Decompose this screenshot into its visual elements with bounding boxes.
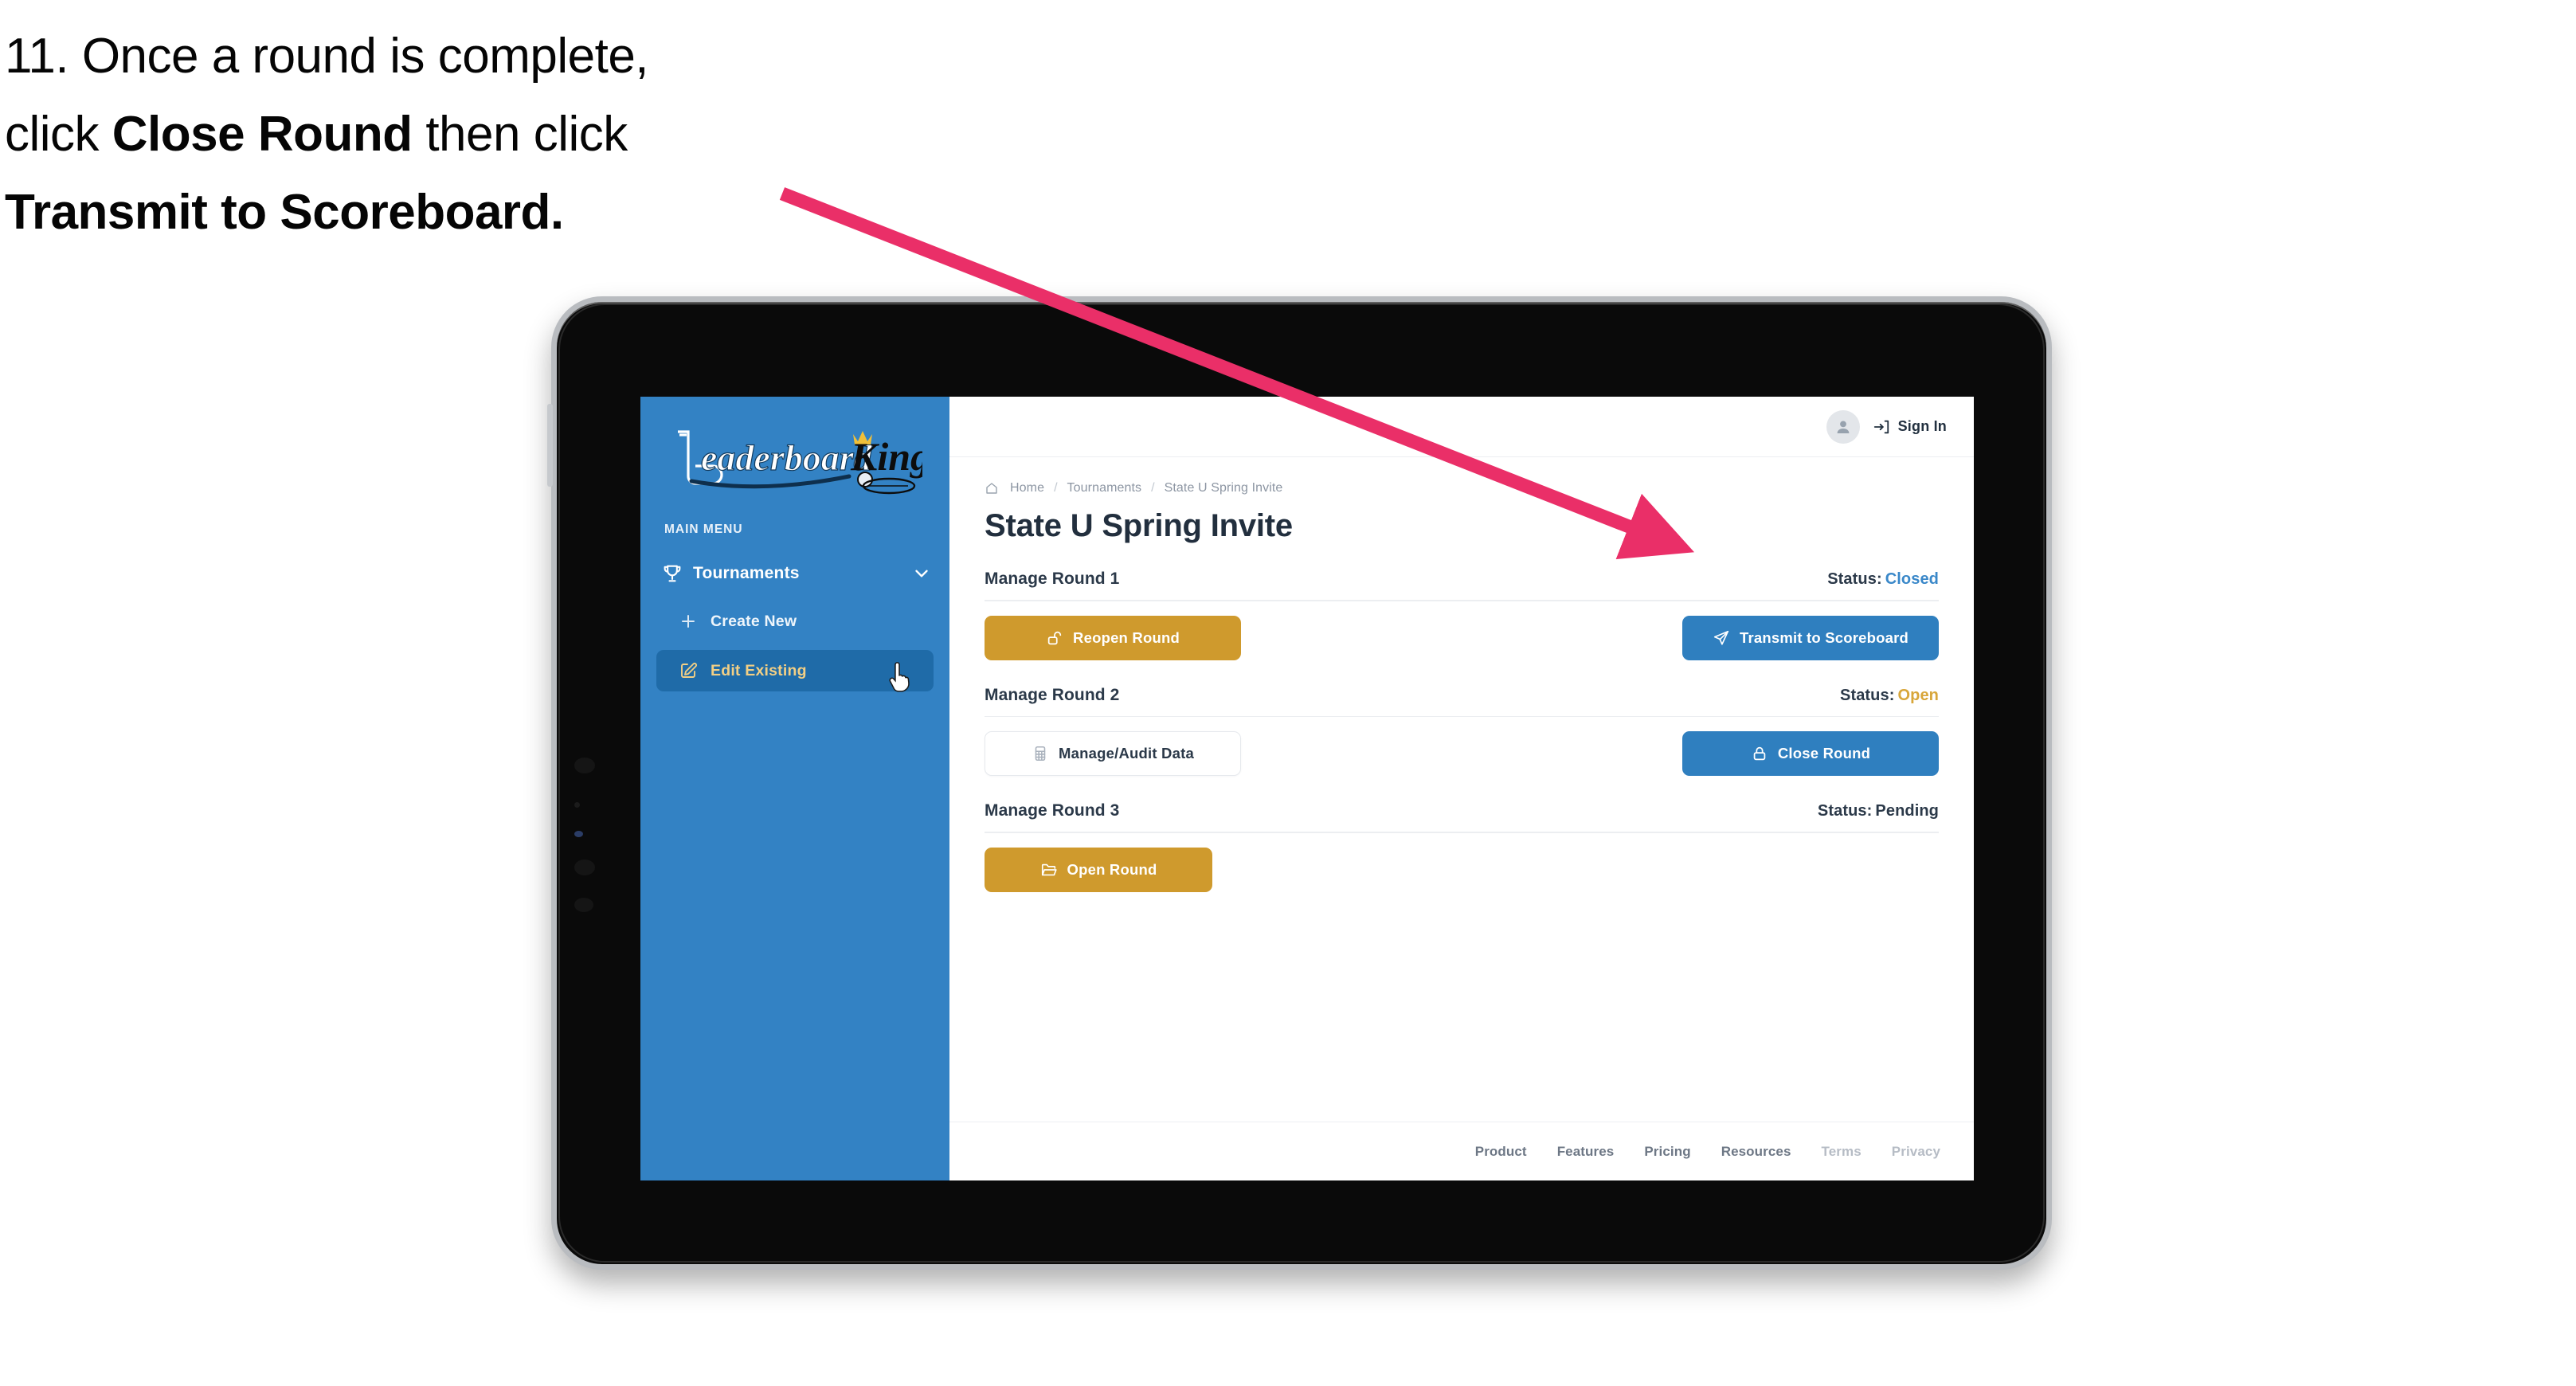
breadcrumb-item-tournaments[interactable]: Tournaments (1067, 481, 1142, 495)
footer-link-product[interactable]: Product (1475, 1144, 1527, 1160)
leaderboard-king-logo-icon: eaderboard King (678, 430, 922, 495)
sidebar-section-label: MAIN MENU (664, 523, 743, 536)
status-label: Status: (1840, 686, 1895, 704)
top-bar: Sign In (949, 397, 1974, 457)
sidebar-group-tournaments[interactable]: Tournaments (661, 554, 932, 593)
tertiary-sensor-icon (574, 898, 593, 912)
button-label: Transmit to Scoreboard (1739, 628, 1909, 646)
button-label: Close Round (1777, 745, 1871, 762)
sidebar: eaderboard King MAIN MENU (640, 397, 949, 1180)
tablet-screen: eaderboard King MAIN MENU (640, 397, 1974, 1180)
main-panel: Sign In Home / Tournaments / State U Spr… (949, 397, 1974, 1180)
caption-line-3-bold: Transmit to Scoreboard. (5, 184, 564, 240)
svg-text:King: King (850, 434, 922, 479)
sign-in-label: Sign In (1897, 418, 1947, 434)
sign-in-button[interactable]: Sign In (1873, 418, 1947, 436)
divider (985, 600, 1939, 601)
breadcrumb-item-home[interactable]: Home (1010, 481, 1044, 495)
round-title: Manage Round 1 (985, 570, 1120, 588)
folder-open-icon (1041, 863, 1057, 875)
divider (985, 715, 1939, 717)
divider (985, 832, 1939, 833)
chevron-down-icon[interactable] (911, 563, 932, 584)
trophy-icon (664, 565, 681, 582)
instruction-caption: 11. Once a round is complete, click Clos… (5, 18, 865, 252)
home-icon[interactable] (985, 481, 999, 495)
secondary-camera-icon (574, 859, 595, 875)
status-label: Status: (1827, 570, 1882, 588)
round-section-1: Manage Round 1 Status: Closed Reopen Rou… (985, 570, 1939, 660)
round-section-3: Manage Round 3 Status: Pending Open Roun… (985, 801, 1939, 892)
status-led-icon (574, 831, 583, 837)
button-label: Manage/Audit Data (1059, 745, 1194, 762)
open-round-button[interactable]: Open Round (985, 847, 1212, 892)
footer-link-pricing[interactable]: Pricing (1644, 1144, 1690, 1160)
close-round-button[interactable]: Close Round (1682, 731, 1939, 776)
table-grid-icon (1035, 746, 1046, 762)
paper-plane-icon (1713, 630, 1729, 645)
power-button[interactable] (547, 404, 553, 487)
user-avatar-icon (1837, 421, 1849, 433)
sidebar-item-label: Edit Existing (711, 661, 807, 679)
footer-link-resources[interactable]: Resources (1721, 1144, 1791, 1160)
caption-line-2-pre: click (5, 106, 112, 162)
caption-line-2-post: then click (412, 106, 628, 162)
plus-icon (682, 615, 695, 628)
round-actions: Manage/Audit Data Close Round (985, 731, 1939, 776)
round-header: Manage Round 3 Status: Pending (985, 801, 1939, 820)
footer: Product Features Pricing Resources Terms… (949, 1122, 1974, 1180)
transmit-to-scoreboard-button[interactable]: Transmit to Scoreboard (1682, 615, 1939, 660)
svg-text:eaderboard: eaderboard (701, 437, 873, 478)
button-label: Open Round (1067, 860, 1157, 878)
round-title: Manage Round 2 (985, 685, 1120, 704)
login-arrow-icon (1873, 420, 1889, 433)
sensor-dot-icon (574, 802, 580, 808)
status-label: Status: (1817, 802, 1873, 820)
breadcrumb-separator: / (1054, 481, 1058, 495)
breadcrumb: Home / Tournaments / State U Spring Invi… (985, 481, 1939, 495)
round-title: Manage Round 3 (985, 801, 1120, 820)
avatar[interactable] (1826, 409, 1860, 444)
breadcrumb-separator: / (1151, 481, 1155, 495)
edit-square-icon (681, 663, 697, 678)
footer-link-privacy[interactable]: Privacy (1892, 1144, 1940, 1160)
round-header: Manage Round 1 Status: Closed (985, 570, 1939, 589)
content-area: Home / Tournaments / State U Spring Invi… (949, 457, 1974, 1122)
caption-line-1: 11. Once a round is complete, (5, 29, 649, 84)
round-actions: Reopen Round Transmit to Scoreboard (985, 615, 1939, 660)
front-camera-icon (574, 758, 595, 773)
breadcrumb-item-current: State U Spring Invite (1164, 481, 1283, 495)
sidebar-item-label: Create New (711, 612, 797, 630)
status-value: Pending (1875, 802, 1939, 820)
lock-icon (1753, 746, 1766, 761)
tablet-device: eaderboard King MAIN MENU (547, 296, 2052, 1270)
status-value: Open (1897, 686, 1939, 704)
footer-link-features[interactable]: Features (1557, 1144, 1615, 1160)
screenshot-root: 11. Once a round is complete, click Clos… (0, 0, 2576, 1386)
caption-line-2-bold: Close Round (112, 106, 413, 162)
round-header: Manage Round 2 Status: Open (985, 686, 1939, 705)
sidebar-group-label: Tournaments (693, 564, 800, 582)
page-title: State U Spring Invite (985, 508, 1293, 543)
button-label: Reopen Round (1073, 628, 1180, 646)
footer-link-terms[interactable]: Terms (1822, 1144, 1862, 1160)
mouse-cursor-pointer-icon (889, 662, 910, 692)
status-badge: Status: Pending (1818, 802, 1939, 820)
status-badge: Status: Open (1840, 687, 1939, 705)
round-section-2: Manage Round 2 Status: Open Manage/Audit… (985, 686, 1939, 776)
unlock-icon (1047, 631, 1062, 644)
app-logo[interactable]: eaderboard King (640, 411, 949, 505)
status-value: Closed (1885, 570, 1939, 588)
reopen-round-button[interactable]: Reopen Round (985, 615, 1241, 660)
sidebar-item-create-new[interactable]: Create New (656, 601, 934, 642)
round-actions: Open Round (985, 847, 1939, 892)
manage-audit-data-button[interactable]: Manage/Audit Data (985, 731, 1241, 776)
status-badge: Status: Closed (1827, 570, 1939, 589)
